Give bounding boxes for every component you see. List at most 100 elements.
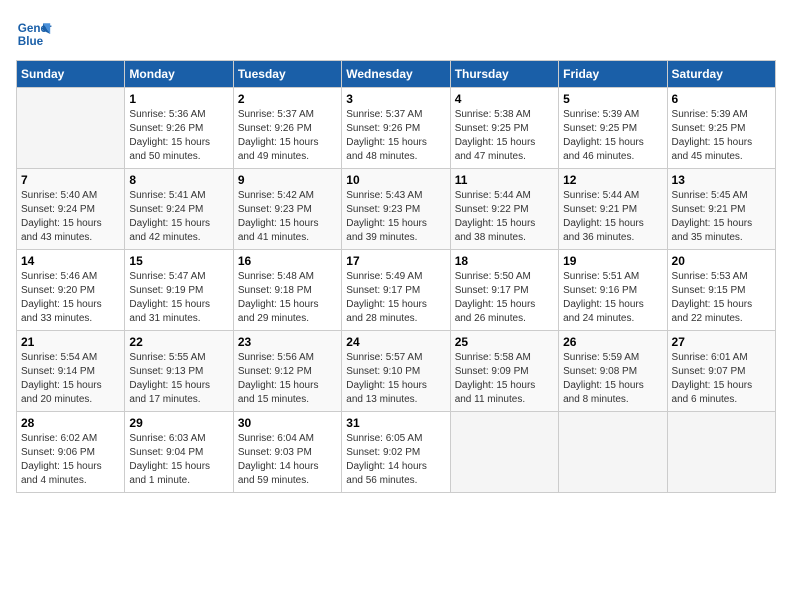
calendar-cell: 1 Sunrise: 5:36 AM Sunset: 9:26 PM Daylig… [125,88,233,169]
calendar-cell: 15 Sunrise: 5:47 AM Sunset: 9:19 PM Dayli… [125,250,233,331]
cell-sun-info: Sunrise: 5:41 AM Sunset: 9:24 PM Dayligh… [129,189,228,245]
cell-sun-info: Sunrise: 6:02 AM Sunset: 9:06 PM Dayligh… [21,432,120,488]
svg-text:Blue: Blue [18,35,44,48]
cell-sun-info: Sunrise: 5:47 AM Sunset: 9:19 PM Dayligh… [129,270,228,326]
cell-sun-info: Sunrise: 5:42 AM Sunset: 9:23 PM Dayligh… [238,189,337,245]
cell-sun-info: Sunrise: 5:39 AM Sunset: 9:25 PM Dayligh… [563,108,662,164]
day-number: 11 [455,173,554,187]
calendar-cell: 30 Sunrise: 6:04 AM Sunset: 9:03 PM Dayli… [233,412,341,493]
calendar-cell: 10Sunrise: 5:43 AM Sunset: 9:23 PM Dayli… [342,169,450,250]
logo: General Blue [16,16,52,52]
calendar-cell: 7Sunrise: 5:40 AM Sunset: 9:24 PM Daylig… [17,169,125,250]
calendar-cell: 26 Sunrise: 5:59 AM Sunset: 9:08 PM Dayli… [559,331,667,412]
calendar-cell: 11 Sunrise: 5:44 AM Sunset: 9:22 PM Dayli… [450,169,558,250]
day-number: 22 [129,335,228,349]
calendar-week-row: 28 Sunrise: 6:02 AM Sunset: 9:06 PM Dayli… [17,412,776,493]
calendar-cell: 24Sunrise: 5:57 AM Sunset: 9:10 PM Dayli… [342,331,450,412]
cell-sun-info: Sunrise: 5:45 AM Sunset: 9:21 PM Dayligh… [672,189,771,245]
calendar-week-row: 7Sunrise: 5:40 AM Sunset: 9:24 PM Daylig… [17,169,776,250]
cell-sun-info: Sunrise: 5:39 AM Sunset: 9:25 PM Dayligh… [672,108,771,164]
day-number: 9 [238,173,337,187]
cell-sun-info: Sunrise: 5:37 AM Sunset: 9:26 PM Dayligh… [238,108,337,164]
calendar-cell [450,412,558,493]
calendar-cell: 14 Sunrise: 5:46 AM Sunset: 9:20 PM Dayli… [17,250,125,331]
calendar-cell: 6 Sunrise: 5:39 AM Sunset: 9:25 PM Daylig… [667,88,775,169]
cell-sun-info: Sunrise: 6:03 AM Sunset: 9:04 PM Dayligh… [129,432,228,488]
calendar-cell: 8 Sunrise: 5:41 AM Sunset: 9:24 PM Daylig… [125,169,233,250]
cell-sun-info: Sunrise: 5:48 AM Sunset: 9:18 PM Dayligh… [238,270,337,326]
day-number: 31 [346,416,445,430]
day-number: 20 [672,254,771,268]
cell-sun-info: Sunrise: 5:36 AM Sunset: 9:26 PM Dayligh… [129,108,228,164]
page-header: General Blue [16,16,776,52]
cell-sun-info: Sunrise: 6:05 AM Sunset: 9:02 PM Dayligh… [346,432,445,488]
cell-sun-info: Sunrise: 5:44 AM Sunset: 9:22 PM Dayligh… [455,189,554,245]
cell-sun-info: Sunrise: 6:04 AM Sunset: 9:03 PM Dayligh… [238,432,337,488]
day-number: 13 [672,173,771,187]
calendar-cell [667,412,775,493]
calendar-cell: 29 Sunrise: 6:03 AM Sunset: 9:04 PM Dayli… [125,412,233,493]
cell-sun-info: Sunrise: 5:53 AM Sunset: 9:15 PM Dayligh… [672,270,771,326]
calendar-cell: 2 Sunrise: 5:37 AM Sunset: 9:26 PM Daylig… [233,88,341,169]
cell-sun-info: Sunrise: 5:49 AM Sunset: 9:17 PM Dayligh… [346,270,445,326]
logo-icon: General Blue [16,16,52,52]
cell-sun-info: Sunrise: 5:59 AM Sunset: 9:08 PM Dayligh… [563,351,662,407]
day-number: 27 [672,335,771,349]
cell-sun-info: Sunrise: 5:44 AM Sunset: 9:21 PM Dayligh… [563,189,662,245]
calendar-week-row: 14 Sunrise: 5:46 AM Sunset: 9:20 PM Dayli… [17,250,776,331]
day-number: 18 [455,254,554,268]
day-number: 12 [563,173,662,187]
day-number: 2 [238,92,337,106]
day-number: 28 [21,416,120,430]
cell-sun-info: Sunrise: 5:58 AM Sunset: 9:09 PM Dayligh… [455,351,554,407]
calendar-cell: 23 Sunrise: 5:56 AM Sunset: 9:12 PM Dayli… [233,331,341,412]
day-of-week-header: Wednesday [342,61,450,88]
day-number: 10 [346,173,445,187]
cell-sun-info: Sunrise: 5:56 AM Sunset: 9:12 PM Dayligh… [238,351,337,407]
cell-sun-info: Sunrise: 5:51 AM Sunset: 9:16 PM Dayligh… [563,270,662,326]
day-number: 23 [238,335,337,349]
day-number: 1 [129,92,228,106]
calendar-cell: 16 Sunrise: 5:48 AM Sunset: 9:18 PM Dayli… [233,250,341,331]
day-number: 16 [238,254,337,268]
day-number: 5 [563,92,662,106]
day-number: 8 [129,173,228,187]
day-number: 3 [346,92,445,106]
calendar-week-row: 21Sunrise: 5:54 AM Sunset: 9:14 PM Dayli… [17,331,776,412]
day-number: 7 [21,173,120,187]
calendar-cell: 5 Sunrise: 5:39 AM Sunset: 9:25 PM Daylig… [559,88,667,169]
calendar-table: SundayMondayTuesdayWednesdayThursdayFrid… [16,60,776,493]
cell-sun-info: Sunrise: 5:54 AM Sunset: 9:14 PM Dayligh… [21,351,120,407]
calendar-cell: 3 Sunrise: 5:37 AM Sunset: 9:26 PM Daylig… [342,88,450,169]
calendar-cell [17,88,125,169]
calendar-cell: 18Sunrise: 5:50 AM Sunset: 9:17 PM Dayli… [450,250,558,331]
cell-sun-info: Sunrise: 5:38 AM Sunset: 9:25 PM Dayligh… [455,108,554,164]
day-number: 19 [563,254,662,268]
day-number: 29 [129,416,228,430]
day-number: 17 [346,254,445,268]
day-number: 15 [129,254,228,268]
cell-sun-info: Sunrise: 5:37 AM Sunset: 9:26 PM Dayligh… [346,108,445,164]
calendar-cell: 27 Sunrise: 6:01 AM Sunset: 9:07 PM Dayli… [667,331,775,412]
day-of-week-header: Sunday [17,61,125,88]
day-of-week-header: Tuesday [233,61,341,88]
day-number: 30 [238,416,337,430]
calendar-cell: 13 Sunrise: 5:45 AM Sunset: 9:21 PM Dayli… [667,169,775,250]
calendar-cell: 12 Sunrise: 5:44 AM Sunset: 9:21 PM Dayli… [559,169,667,250]
cell-sun-info: Sunrise: 6:01 AM Sunset: 9:07 PM Dayligh… [672,351,771,407]
calendar-cell: 21Sunrise: 5:54 AM Sunset: 9:14 PM Dayli… [17,331,125,412]
cell-sun-info: Sunrise: 5:57 AM Sunset: 9:10 PM Dayligh… [346,351,445,407]
day-number: 4 [455,92,554,106]
calendar-cell: 31 Sunrise: 6:05 AM Sunset: 9:02 PM Dayli… [342,412,450,493]
day-number: 25 [455,335,554,349]
cell-sun-info: Sunrise: 5:46 AM Sunset: 9:20 PM Dayligh… [21,270,120,326]
calendar-cell: 20 Sunrise: 5:53 AM Sunset: 9:15 PM Dayli… [667,250,775,331]
calendar-cell: 28 Sunrise: 6:02 AM Sunset: 9:06 PM Dayli… [17,412,125,493]
day-of-week-header: Friday [559,61,667,88]
day-number: 26 [563,335,662,349]
calendar-cell: 17 Sunrise: 5:49 AM Sunset: 9:17 PM Dayli… [342,250,450,331]
day-of-week-header: Thursday [450,61,558,88]
day-number: 14 [21,254,120,268]
calendar-cell: 9 Sunrise: 5:42 AM Sunset: 9:23 PM Daylig… [233,169,341,250]
day-number: 6 [672,92,771,106]
